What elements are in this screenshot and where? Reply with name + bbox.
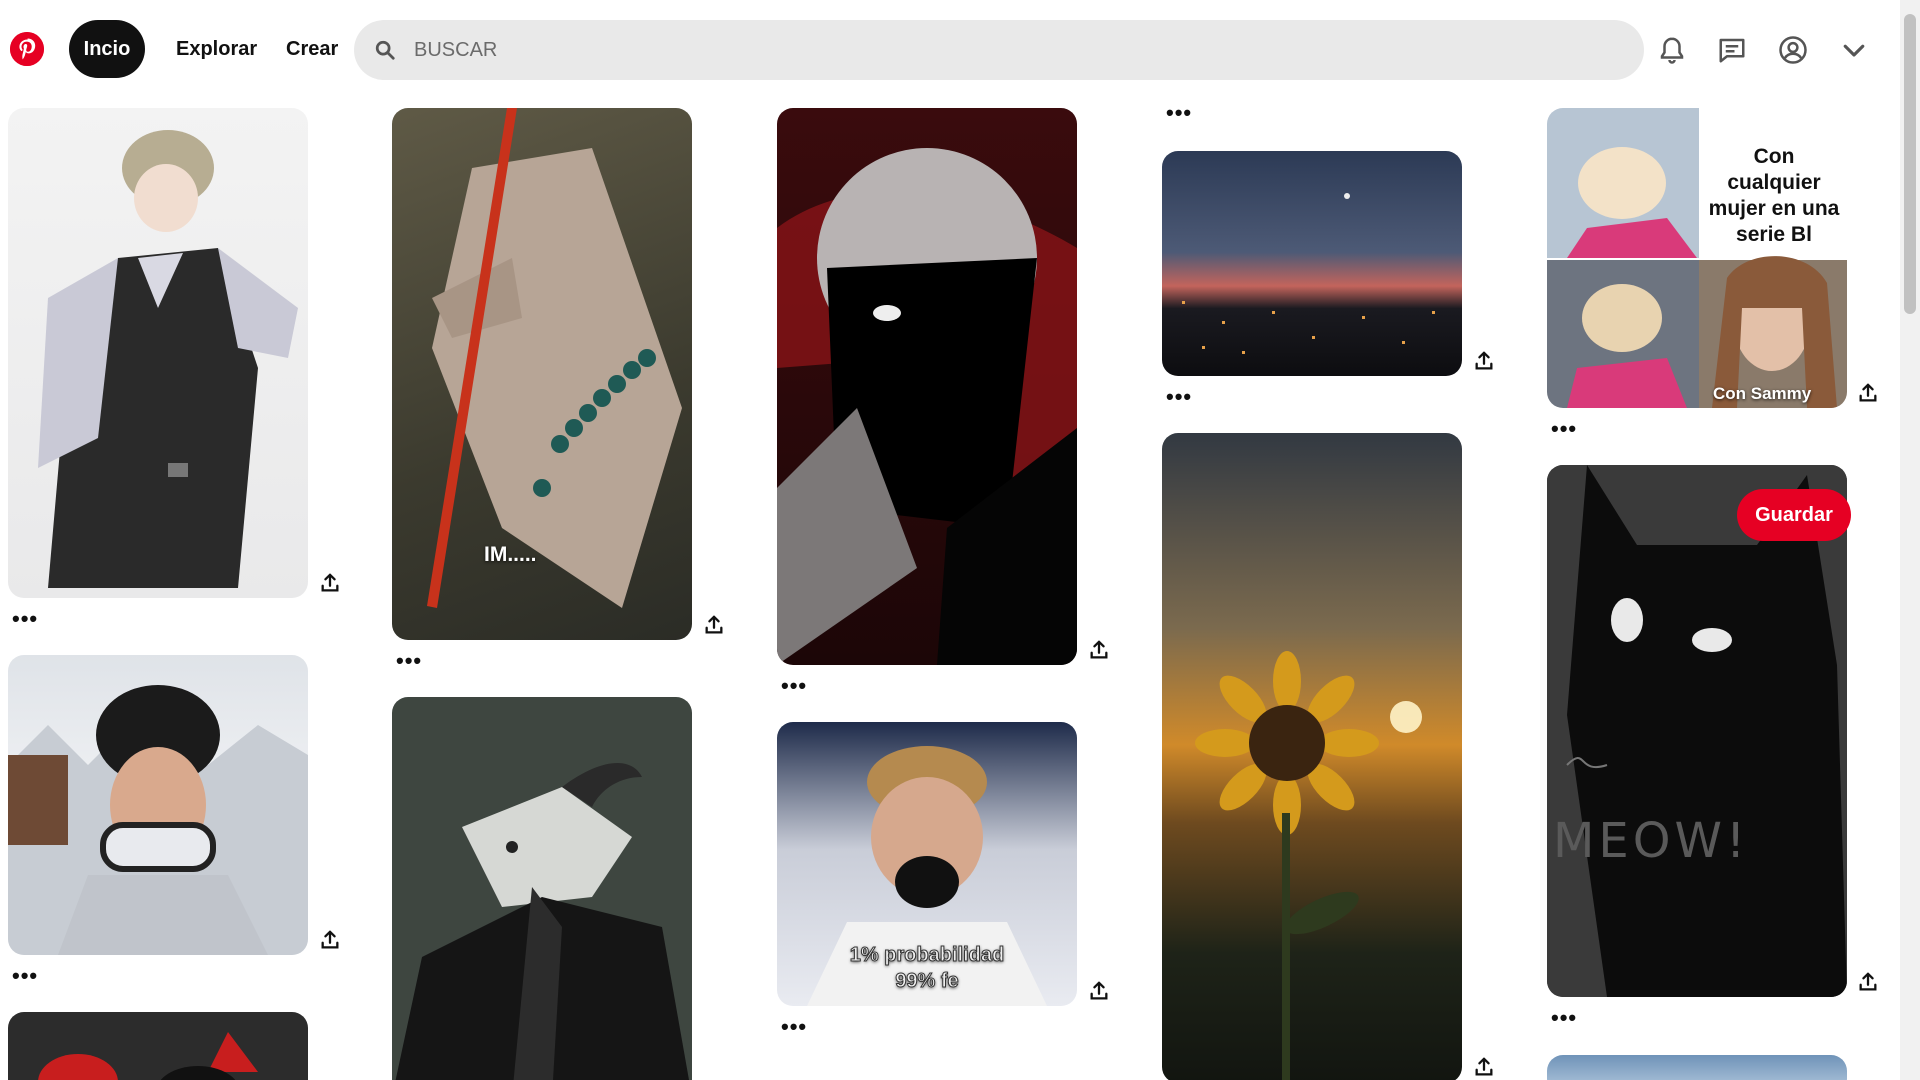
pin-caption: IM..... [484,543,537,566]
more-icon[interactable]: ••• [781,675,807,697]
pin-manga-red-hair[interactable] [777,108,1077,665]
share-icon[interactable] [701,612,727,638]
pin-drawn-text: MEOW! [1553,813,1750,869]
share-icon[interactable] [1086,637,1112,663]
pinterest-logo-icon[interactable] [10,32,44,66]
more-icon[interactable]: ••• [781,1016,807,1038]
nav-home-button[interactable]: Incio [69,20,145,78]
more-icon[interactable]: ••• [12,608,38,630]
pin-hand-chopstick[interactable]: IM..... [392,108,692,640]
share-icon[interactable] [1855,969,1881,995]
share-icon[interactable] [317,927,343,953]
more-icon[interactable]: ••• [1166,102,1192,124]
share-icon[interactable] [317,570,343,596]
share-icon[interactable] [1471,348,1497,374]
pin-christmas[interactable] [8,1012,308,1080]
save-button[interactable]: Guardar [1737,489,1851,541]
scrollbar-thumb[interactable] [1904,14,1916,314]
pin-caption-line2: 99% fe [895,970,959,993]
pin-sunflower[interactable] [1162,433,1462,1080]
share-icon[interactable] [1855,380,1881,406]
pin-meme-beard[interactable]: 1% probabilidad 99% fe [777,722,1077,1006]
search-icon [372,37,398,63]
pin-caption-line1: 1% probabilidad [849,944,1005,967]
pin-black-cat[interactable]: MEOW! [1547,465,1847,997]
pin-caption-bottom: Con Sammy [1713,384,1812,403]
message-icon[interactable] [1712,30,1752,70]
more-icon[interactable]: ••• [1551,1007,1577,1029]
nav-create-button[interactable]: Crear [272,20,352,78]
chevron-down-icon[interactable] [1834,30,1874,70]
nav-explore-button[interactable]: Explorar [162,20,271,78]
share-icon[interactable] [1086,978,1112,1004]
pin-snow-portrait[interactable] [8,655,308,955]
pin-blue-partial[interactable] [1547,1055,1847,1080]
pin-chihuahua-meme[interactable]: Con cualquier mujer en una serie Bl Con … [1547,108,1847,408]
pin-skull-mage[interactable] [392,697,692,1080]
share-icon[interactable] [1471,1054,1497,1080]
more-icon[interactable]: ••• [1551,418,1577,440]
search-input[interactable] [414,38,1514,62]
bell-icon[interactable] [1652,30,1692,70]
pin-city-night[interactable] [1162,151,1462,376]
more-icon[interactable]: ••• [12,965,38,987]
more-icon[interactable]: ••• [396,650,422,672]
page-scrollbar[interactable] [1900,0,1920,1080]
user-icon[interactable] [1773,30,1813,70]
top-navigation: Incio Explorar Crear [0,0,1900,100]
pin-caption-top: Con cualquier mujer en una serie Bl [1708,145,1840,246]
more-icon[interactable]: ••• [1166,386,1192,408]
search-bar[interactable] [354,20,1644,80]
pin-anime-vest[interactable] [8,108,308,598]
